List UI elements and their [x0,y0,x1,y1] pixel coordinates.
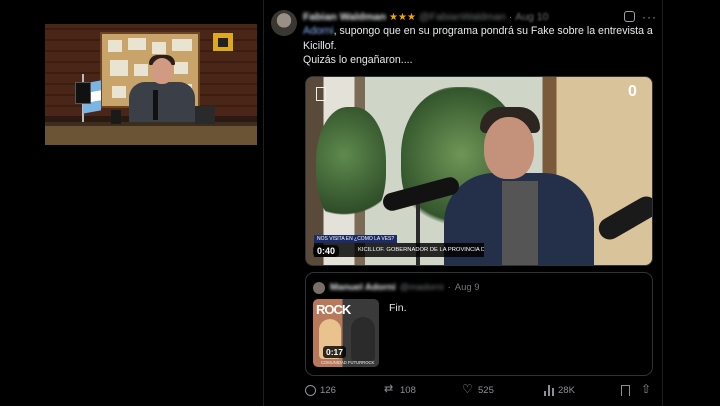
studio-video-inset [45,24,257,145]
thumb-caption: COMUNIDAD FUTURROCK [321,360,375,365]
views-button[interactable]: 28K [543,385,575,396]
quote-author-name[interactable]: Manuel Adorni [330,282,396,293]
studio-monitor [75,82,91,104]
reply-count: 126 [320,385,336,396]
like-button[interactable]: 525 [462,382,494,396]
more-icon[interactable]: ··· [642,10,657,24]
mention-link[interactable]: Adorni [303,25,334,37]
video-lower-third: KICILLOF. GOBERNADOR DE LA PROVINCIA DE … [314,243,484,257]
thumb-person-right [351,317,375,361]
video-duration: 0:40 [313,245,340,257]
reply-icon [305,385,316,396]
guest-head [484,117,534,179]
retweet-count: 108 [400,385,416,396]
tweet-text-line2: Kicillof. [303,39,337,52]
tweet-header: Fabian Waldman ★★★ @FabianWaldman · Aug … [303,9,603,25]
video-banner: NOS VISITA EN ¿COMO LA VES? [314,235,398,243]
thumb-title: ROCK [316,302,351,317]
separator-dot: · [508,11,513,23]
quote-author-handle[interactable]: @madorni [400,282,444,293]
tweet-text-line3: Quizás lo engañaron.... [303,54,413,66]
tweet-text: Adorni, supongo que en su programa pondr… [303,24,653,68]
tweet-text-line1: , supongo que en su programa pondrá su F… [333,25,653,37]
views-icon [543,385,554,396]
retweet-button[interactable]: 108 [384,382,416,396]
quote-header: Manuel Adorni @madorni · Aug 9 [330,282,480,293]
author-name[interactable]: Fabian Waldman [303,11,386,23]
tweet-date[interactable]: Aug 10 [515,11,548,23]
channel-logo-icon [316,87,326,101]
laptop [195,106,215,124]
quote-separator: · [447,282,451,293]
action-bar: 126 108 525 28K [305,382,655,401]
share-button[interactable] [641,382,653,396]
channel-logo: 0 [628,83,637,100]
bookmark-icon [621,385,630,396]
tweet-video[interactable]: 0 NOS VISITA EN ¿COMO LA VES? KICILLOF. … [305,76,653,266]
bookmark-button[interactable] [621,385,630,396]
host-microphone [153,90,158,120]
author-handle[interactable]: @FabianWaldman [419,11,506,23]
views-count: 28K [558,385,575,396]
cube-logo [212,32,234,52]
quote-video-thumbnail[interactable]: ROCK 0:17 COMUNIDAD FUTURROCK [313,299,379,367]
quote-text: Fin. [389,302,407,314]
guest-shirt [502,181,538,265]
quote-video-duration: 0:17 [323,346,347,358]
quote-author-avatar[interactable] [313,282,325,294]
like-count: 525 [478,385,494,396]
author-avatar[interactable] [271,10,297,36]
share-icon [641,382,653,396]
heart-icon [462,382,474,396]
mug [111,110,121,124]
quote-date[interactable]: Aug 9 [455,282,480,293]
desk [45,126,257,145]
grok-icon[interactable] [624,11,635,22]
host-head [151,58,173,84]
badge-stars: ★★★ [389,11,416,23]
plant-left [316,107,386,227]
retweet-icon [384,382,396,396]
reply-button[interactable]: 126 [305,385,336,396]
